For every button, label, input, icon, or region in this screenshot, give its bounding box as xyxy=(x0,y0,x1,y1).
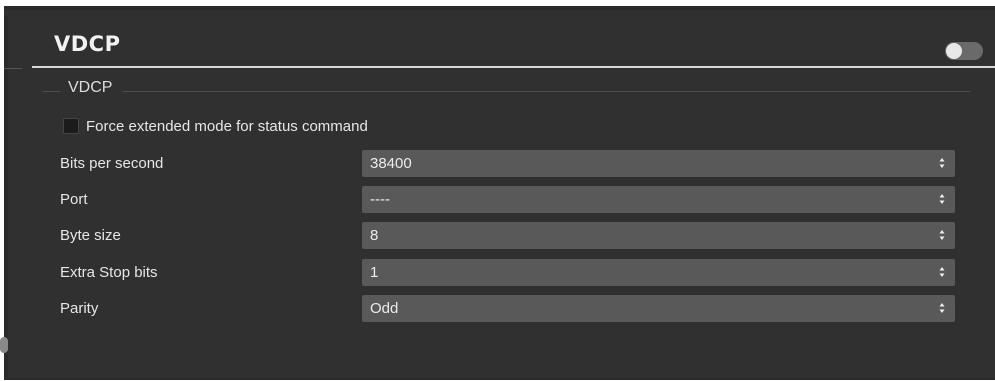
bits-per-second-label: Bits per second xyxy=(60,155,164,172)
updown-arrow-icon xyxy=(939,157,945,169)
scroll-handle[interactable] xyxy=(0,337,8,353)
settings-window: VDCP VDCP Force extended mode for status… xyxy=(0,6,995,380)
top-strip xyxy=(4,6,995,10)
vdcp-panel: VDCP VDCP Force extended mode for status… xyxy=(30,22,995,380)
panel-title: VDCP xyxy=(54,32,121,56)
byte-size-value: 8 xyxy=(370,227,379,244)
bits-per-second-value: 38400 xyxy=(370,155,412,172)
extra-stop-bits-select[interactable]: 1 xyxy=(362,259,955,286)
bits-per-second-select[interactable]: 38400 xyxy=(362,150,955,177)
updown-arrow-icon xyxy=(939,229,945,241)
left-divider xyxy=(4,68,22,69)
extra-stop-bits-value: 1 xyxy=(370,264,379,281)
updown-arrow-icon xyxy=(939,193,945,205)
port-value: ---- xyxy=(370,191,390,208)
port-select[interactable]: ---- xyxy=(362,186,955,213)
parity-value: Odd xyxy=(370,300,399,317)
group-title: VDCP xyxy=(68,79,113,96)
updown-arrow-icon xyxy=(939,266,945,278)
updown-arrow-icon xyxy=(939,302,945,314)
extra-stop-bits-label: Extra Stop bits xyxy=(60,264,158,281)
group-border-left xyxy=(42,91,60,92)
group-border-right xyxy=(122,91,970,92)
byte-size-label: Byte size xyxy=(60,227,121,244)
field-bits-per-second: Bits per second 38400 xyxy=(30,150,995,178)
byte-size-select[interactable]: 8 xyxy=(362,222,955,249)
field-port: Port ---- xyxy=(30,186,995,214)
left-edge xyxy=(4,16,8,380)
force-extended-mode-label: Force extended mode for status command xyxy=(86,117,368,135)
field-parity: Parity Odd xyxy=(30,295,995,323)
force-extended-mode-option[interactable]: Force extended mode for status command xyxy=(63,116,368,136)
field-extra-stop-bits: Extra Stop bits 1 xyxy=(30,259,995,287)
enable-toggle[interactable] xyxy=(945,42,983,60)
force-extended-mode-checkbox[interactable] xyxy=(63,118,79,134)
parity-label: Parity xyxy=(60,300,99,317)
parity-select[interactable]: Odd xyxy=(362,295,955,322)
field-byte-size: Byte size 8 xyxy=(30,222,995,250)
bottom-strip xyxy=(4,378,995,380)
port-label: Port xyxy=(60,191,88,208)
toggle-knob xyxy=(946,43,962,59)
header-divider xyxy=(32,66,995,68)
